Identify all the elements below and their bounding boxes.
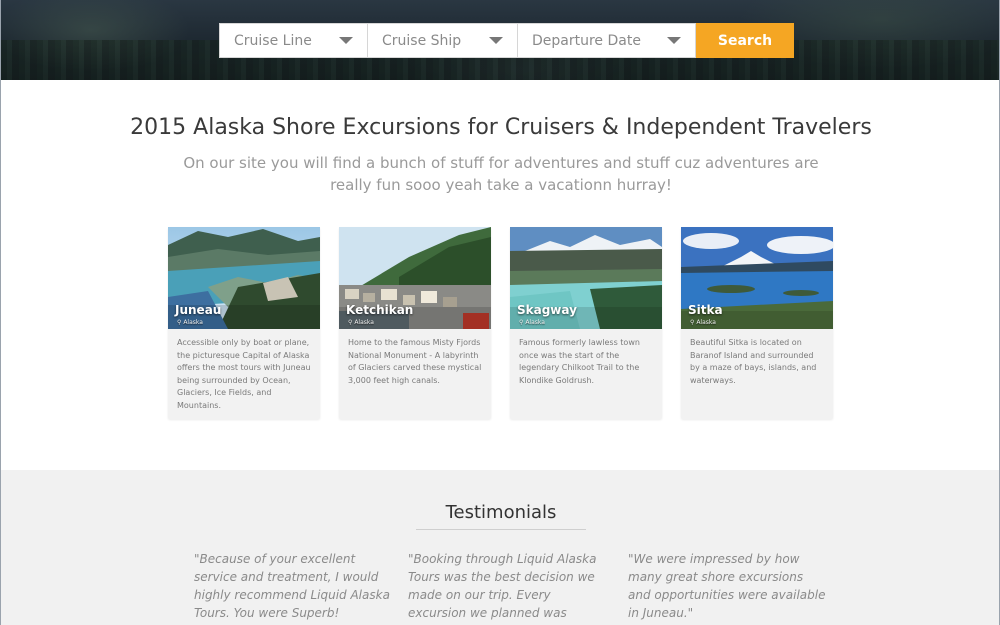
testimonials-title: Testimonials [445,502,557,523]
chevron-down-icon [489,37,503,44]
destination-region-label: Alaska [354,319,374,326]
chevron-down-icon [667,37,681,44]
testimonial-quote: "Because of your excellent service and t… [194,552,390,620]
divider [416,529,586,530]
page-subtitle: On our site you will find a bunch of stu… [183,154,819,194]
chevron-down-icon [339,37,353,44]
destination-description: Home to the famous Misty Fjords National… [348,338,482,385]
destination-card-juneau[interactable]: Juneau ⚲ Alaska Accessible only by boat … [168,227,320,419]
testimonials-section: Testimonials "Because of your excellent … [1,470,999,625]
destination-photo-juneau: Juneau ⚲ Alaska [168,227,320,329]
cruise-line-select[interactable]: Cruise Line [219,23,368,58]
cruise-line-select-label: Cruise Line [234,32,312,49]
destination-region: ⚲ Alaska [519,319,545,326]
destination-region: ⚲ Alaska [690,319,716,326]
page-title: 2015 Alaska Shore Excursions for Cruiser… [130,115,872,140]
destination-card-sitka[interactable]: Sitka ⚲ Alaska Beautiful Sitka is locate… [681,227,833,419]
destination-photo-sitka: Sitka ⚲ Alaska [681,227,833,329]
testimonial-quote: "We were impressed by how many great sho… [628,552,826,620]
testimonial-quote: "Booking through Liquid Alaska Tours was… [408,552,597,620]
destination-photo-ketchikan: Ketchikan ⚲ Alaska [339,227,491,329]
destination-description: Famous formerly lawless town once was th… [519,338,640,385]
destination-cards: Juneau ⚲ Alaska Accessible only by boat … [168,227,834,419]
cruise-ship-select-label: Cruise Ship [382,32,462,49]
destination-region-label: Alaska [183,319,203,326]
search-bar: Cruise Line Cruise Ship Departure Date S… [219,23,794,58]
destination-region-label: Alaska [525,319,545,326]
destination-description: Accessible only by boat or plane, the pi… [177,338,311,410]
destination-photo-skagway: Skagway ⚲ Alaska [510,227,662,329]
destination-region-label: Alaska [696,319,716,326]
destination-description: Beautiful Sitka is located on Baranof Is… [690,338,817,385]
page: Cruise Line Cruise Ship Departure Date S… [0,0,1000,625]
destination-name: Skagway [517,303,577,317]
departure-date-select-label: Departure Date [532,32,641,49]
hero-banner: Cruise Line Cruise Ship Departure Date S… [1,0,999,80]
destination-card-ketchikan[interactable]: Ketchikan ⚲ Alaska Home to the famous Mi… [339,227,491,419]
destination-region: ⚲ Alaska [177,319,203,326]
destination-name: Juneau [175,303,222,317]
destination-name: Ketchikan [346,303,414,317]
destination-name: Sitka [688,303,723,317]
departure-date-select[interactable]: Departure Date [518,23,696,58]
destination-region: ⚲ Alaska [348,319,374,326]
cruise-ship-select[interactable]: Cruise Ship [368,23,518,58]
destination-card-skagway[interactable]: Skagway ⚲ Alaska Famous formerly lawless… [510,227,662,419]
search-button[interactable]: Search [696,23,794,58]
